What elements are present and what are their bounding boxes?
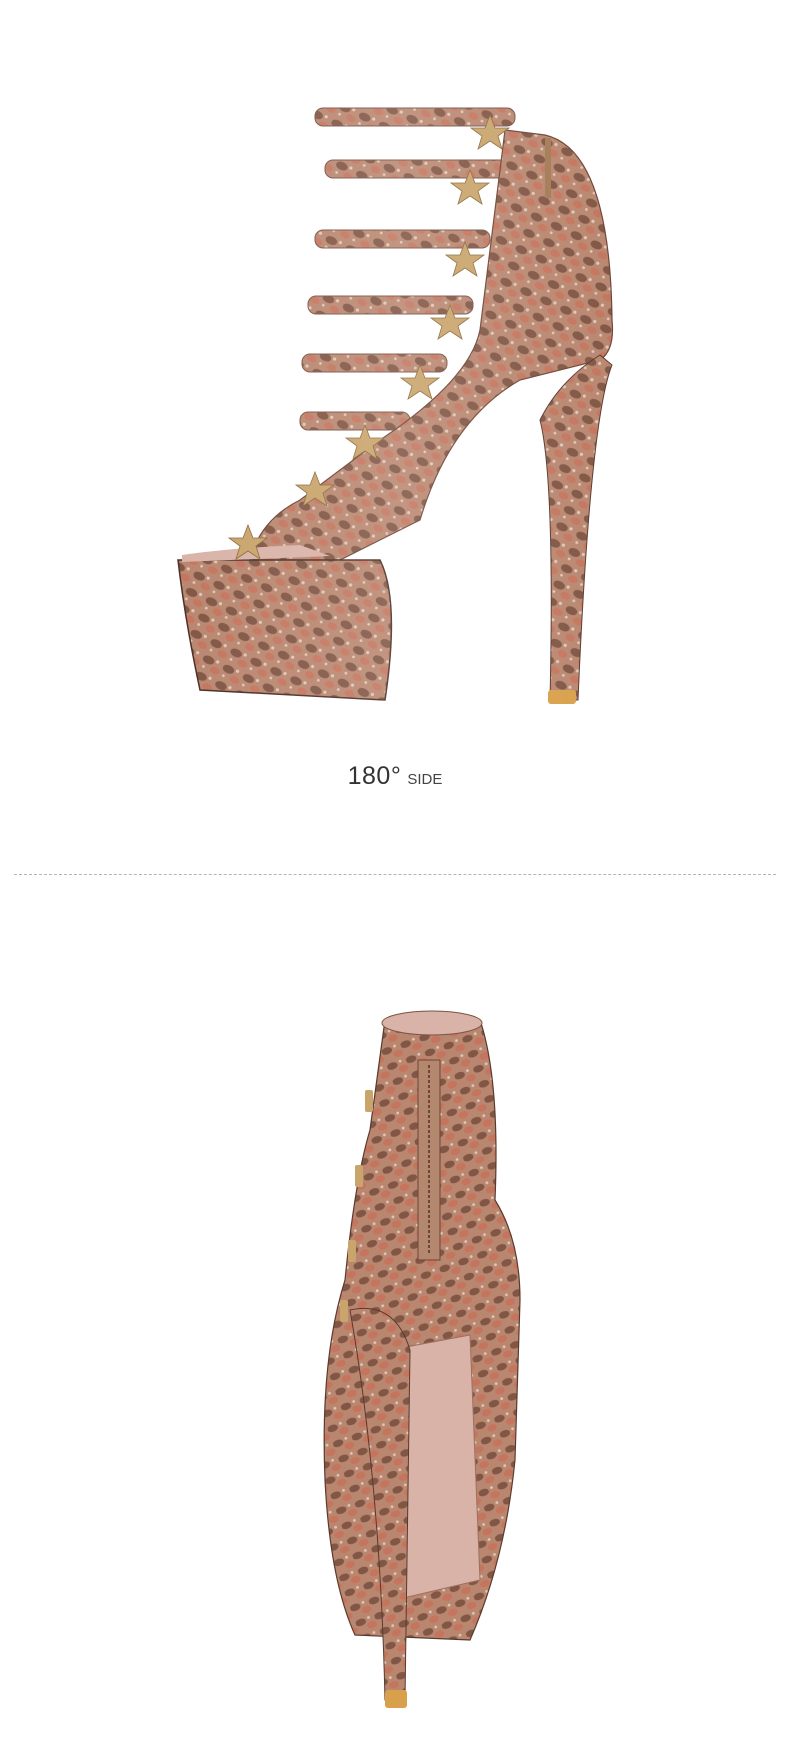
view-caption: 180° SIDE [0,762,790,791]
angle-label: 180° [347,762,402,790]
collar [381,1010,483,1036]
shoe-side-photo [170,100,630,710]
section-divider [14,874,776,875]
shoe-back-photo [323,1010,521,1708]
view-label: SIDE [407,771,443,788]
back-heel-tip [385,1690,407,1708]
